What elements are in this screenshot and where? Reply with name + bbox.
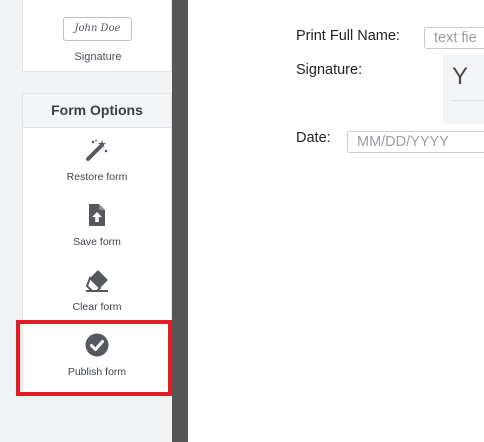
file-upload-icon bbox=[89, 204, 105, 226]
save-form-label: Save form bbox=[73, 236, 121, 248]
signature-widget-label: Signature bbox=[74, 51, 122, 63]
save-form-button[interactable]: Save form bbox=[23, 193, 171, 258]
magic-wand-icon bbox=[86, 139, 108, 161]
date-label: Date: bbox=[296, 130, 331, 146]
signature-field[interactable]: Y bbox=[443, 55, 484, 124]
restore-form-button[interactable]: Restore form bbox=[23, 128, 171, 193]
form-builder-sidebar: John Doe Signature Form Options Restore … bbox=[0, 0, 172, 442]
form-options-header: Form Options bbox=[23, 94, 171, 128]
eraser-icon bbox=[85, 270, 108, 292]
form-canvas: Print Full Name: text fie Signature: Y D… bbox=[188, 0, 484, 442]
signature-sample: John Doe bbox=[63, 17, 132, 41]
restore-form-label: Restore form bbox=[66, 171, 128, 183]
clear-form-button[interactable]: Clear form bbox=[23, 258, 171, 323]
date-field[interactable]: MM/DD/YYYY bbox=[347, 131, 484, 153]
signature-line bbox=[451, 100, 484, 101]
signature-widget-card[interactable]: John Doe Signature bbox=[22, 0, 172, 72]
signature-glyph: Y bbox=[452, 63, 469, 90]
publish-form-highlight-box bbox=[16, 320, 172, 396]
print-full-name-field[interactable]: text fie bbox=[424, 27, 484, 49]
panel-divider bbox=[172, 0, 188, 442]
print-full-name-label: Print Full Name: bbox=[296, 28, 400, 44]
clear-form-label: Clear form bbox=[72, 301, 122, 313]
signature-label: Signature: bbox=[296, 62, 363, 78]
